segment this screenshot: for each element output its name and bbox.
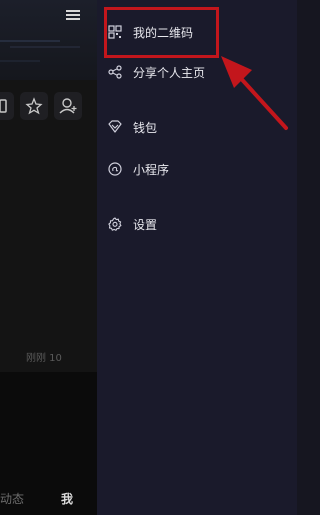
menu-item-share-profile[interactable]: 分享个人主页 xyxy=(107,60,205,84)
profile-action-icons xyxy=(0,92,97,120)
side-drawer-menu: 我的二维码 分享个人主页 钱包 小程序 设置 xyxy=(97,0,297,515)
header-decoration xyxy=(0,40,60,42)
menu-item-label: 钱包 xyxy=(133,120,158,135)
share-icon xyxy=(107,64,123,80)
star-icon xyxy=(25,97,43,115)
background-profile-page: 刚刚 10 动态 我 xyxy=(0,0,97,515)
highlight-box xyxy=(104,7,219,58)
tab-activity[interactable]: 动态 xyxy=(0,490,24,507)
favorite-button[interactable] xyxy=(20,92,48,120)
action-button[interactable] xyxy=(0,92,14,120)
settings-gear-icon xyxy=(107,216,123,232)
profile-header-background xyxy=(0,0,97,80)
menu-item-mini-program[interactable]: 小程序 xyxy=(107,157,169,181)
add-friend-button[interactable] xyxy=(54,92,82,120)
mini-program-icon xyxy=(107,161,123,177)
menu-item-label: 小程序 xyxy=(133,162,170,177)
menu-item-label: 设置 xyxy=(133,217,158,232)
post-time: 刚刚 10 xyxy=(26,353,62,364)
header-decoration xyxy=(10,46,80,48)
action-icon xyxy=(0,99,7,113)
tab-me[interactable]: 我 xyxy=(61,490,73,507)
menu-item-wallet[interactable]: 钱包 xyxy=(107,115,157,139)
header-decoration xyxy=(0,60,40,62)
add-user-icon xyxy=(59,98,77,114)
wallet-icon xyxy=(107,119,123,135)
menu-item-label: 分享个人主页 xyxy=(133,65,206,80)
menu-hamburger-icon[interactable] xyxy=(66,8,80,22)
menu-item-settings[interactable]: 设置 xyxy=(107,212,157,236)
screen: 刚刚 10 动态 我 我的二维码 分享个人主页 钱包 小程序 设置 xyxy=(0,0,297,515)
